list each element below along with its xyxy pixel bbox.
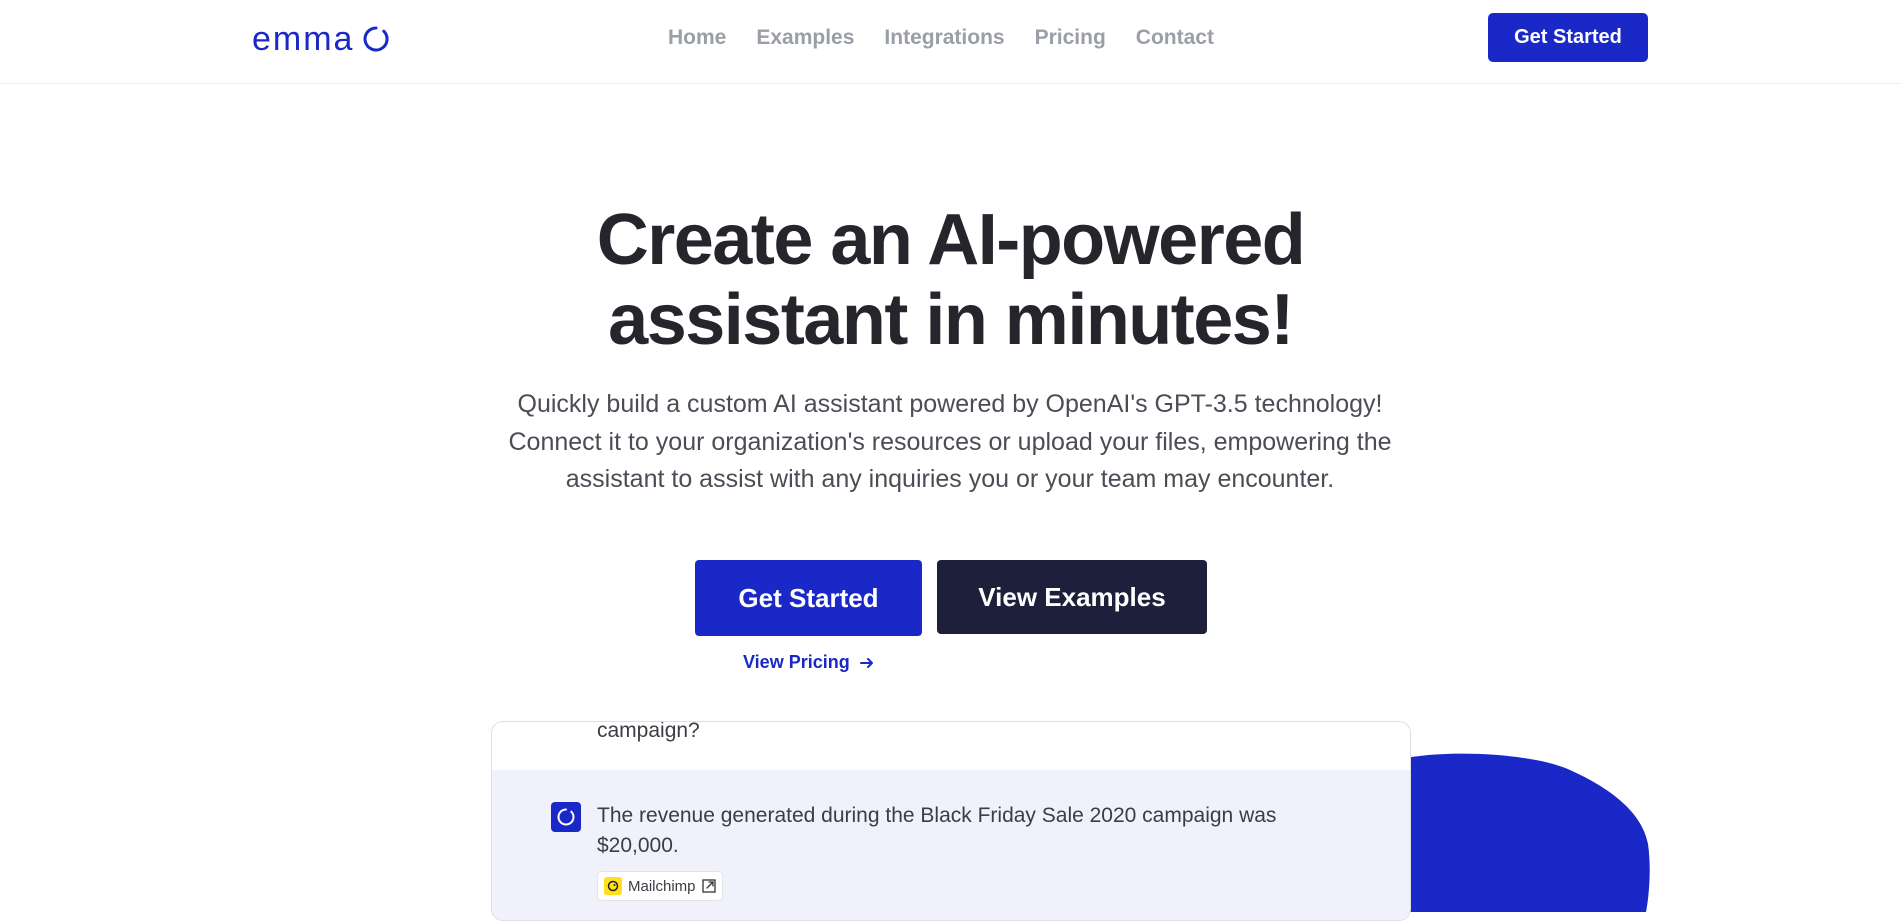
emma-logo[interactable]: emma	[252, 20, 390, 58]
view-pricing-label: View Pricing	[743, 652, 850, 672]
source-chip-label: Mailchimp	[628, 877, 696, 895]
logo-ring-icon	[364, 26, 389, 52]
nav-pricing[interactable]: Pricing	[1035, 26, 1106, 50]
hero-title: Create an AI-powered assistant in minute…	[0, 200, 1901, 360]
header-get-started-button[interactable]: Get Started	[1488, 13, 1648, 62]
main-nav: Home Examples Integrations Pricing Conta…	[668, 26, 1214, 50]
nav-contact[interactable]: Contact	[1136, 26, 1214, 50]
view-examples-button[interactable]: View Examples	[937, 560, 1207, 634]
external-link-icon	[701, 879, 716, 893]
decorative-blob	[1380, 753, 1650, 912]
mailchimp-icon	[604, 877, 622, 895]
source-chip[interactable]: Mailchimp	[597, 871, 723, 901]
view-pricing-link[interactable]: View Pricing	[743, 652, 876, 673]
nav-examples[interactable]: Examples	[756, 26, 854, 50]
arrow-right-icon	[859, 657, 873, 668]
nav-integrations[interactable]: Integrations	[884, 26, 1004, 50]
chat-demo-card: campaign? The revenue generated during t…	[491, 721, 1411, 921]
hero-title-line-1: Create an AI-powered	[596, 200, 1306, 280]
previous-message: campaign?	[597, 721, 700, 742]
assistant-avatar	[551, 802, 581, 832]
hero-title-line-2: assistant in minutes!	[608, 280, 1294, 360]
nav-home[interactable]: Home	[668, 26, 726, 50]
hero-subtitle: Quickly build a custom AI assistant powe…	[508, 390, 1392, 493]
hero-cta-group: Get Started View Examples	[695, 560, 1207, 636]
assistant-message: The revenue generated during the Black F…	[492, 770, 1410, 920]
get-started-button[interactable]: Get Started	[695, 560, 922, 636]
logo-wordmark: emma	[252, 20, 355, 58]
assistant-ring-icon	[557, 808, 575, 826]
assistant-answer-text: The revenue generated during the Black F…	[597, 804, 1277, 857]
site-header: emma Home Examples Integrations Pricing …	[0, 0, 1901, 84]
